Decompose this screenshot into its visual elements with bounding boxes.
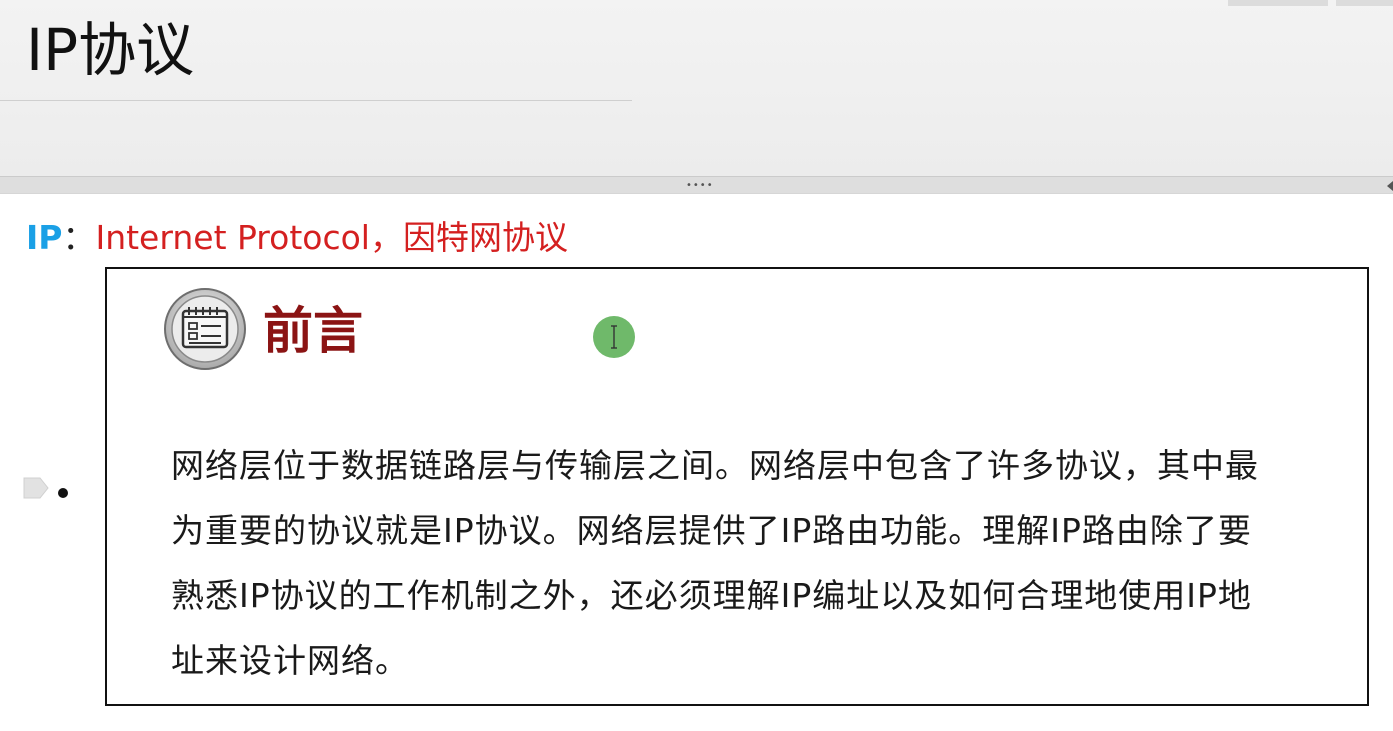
preface-line: 网络层位于数据链路层与传输层之间。网络层中包含了许多协议，其中最 bbox=[171, 446, 1259, 485]
collapse-arrow-icon[interactable] bbox=[1387, 181, 1393, 191]
preface-paragraph[interactable]: 网络层位于数据链路层与传输层之间。网络层中包含了许多协议，其中最 为重要的协议就… bbox=[171, 433, 1341, 693]
ip-description: Internet Protocol，因特网协议 bbox=[95, 218, 568, 257]
ip-tag: IP bbox=[26, 218, 63, 257]
title-divider bbox=[0, 100, 632, 101]
presentation-slide: IP协议 •••• IP：Internet Protocol，因特网协议 前言 … bbox=[0, 0, 1393, 731]
ip-colon: ： bbox=[62, 218, 96, 257]
preface-heading: 前言 bbox=[263, 302, 363, 360]
preface-box[interactable]: 前言 网络层位于数据链路层与传输层之间。网络层中包含了许多协议，其中最 为重要的… bbox=[105, 267, 1369, 706]
top-tab-right[interactable] bbox=[1336, 0, 1393, 6]
text-cursor-icon bbox=[611, 325, 617, 349]
cursor-highlight bbox=[593, 316, 635, 358]
notepad-icon bbox=[164, 288, 246, 370]
pane-splitter[interactable]: •••• bbox=[0, 176, 1393, 194]
bullet-dot bbox=[58, 488, 68, 498]
splitter-grip-icon[interactable]: •••• bbox=[686, 181, 714, 191]
top-tab-left[interactable] bbox=[1228, 0, 1328, 6]
title-band: IP协议 bbox=[0, 0, 1393, 176]
top-tabs bbox=[1228, 0, 1393, 6]
preface-line: 熟悉IP协议的工作机制之外，还必须理解IP编址以及如何合理地使用IP地 bbox=[171, 576, 1252, 615]
ip-definition-line[interactable]: IP：Internet Protocol，因特网协议 bbox=[26, 216, 568, 260]
preface-line: 址来设计网络。 bbox=[171, 641, 409, 680]
slide-title[interactable]: IP协议 bbox=[26, 12, 194, 88]
tag-shape-icon bbox=[23, 477, 49, 499]
preface-line: 为重要的协议就是IP协议。网络层提供了IP路由功能。理解IP路由除了要 bbox=[171, 511, 1252, 550]
